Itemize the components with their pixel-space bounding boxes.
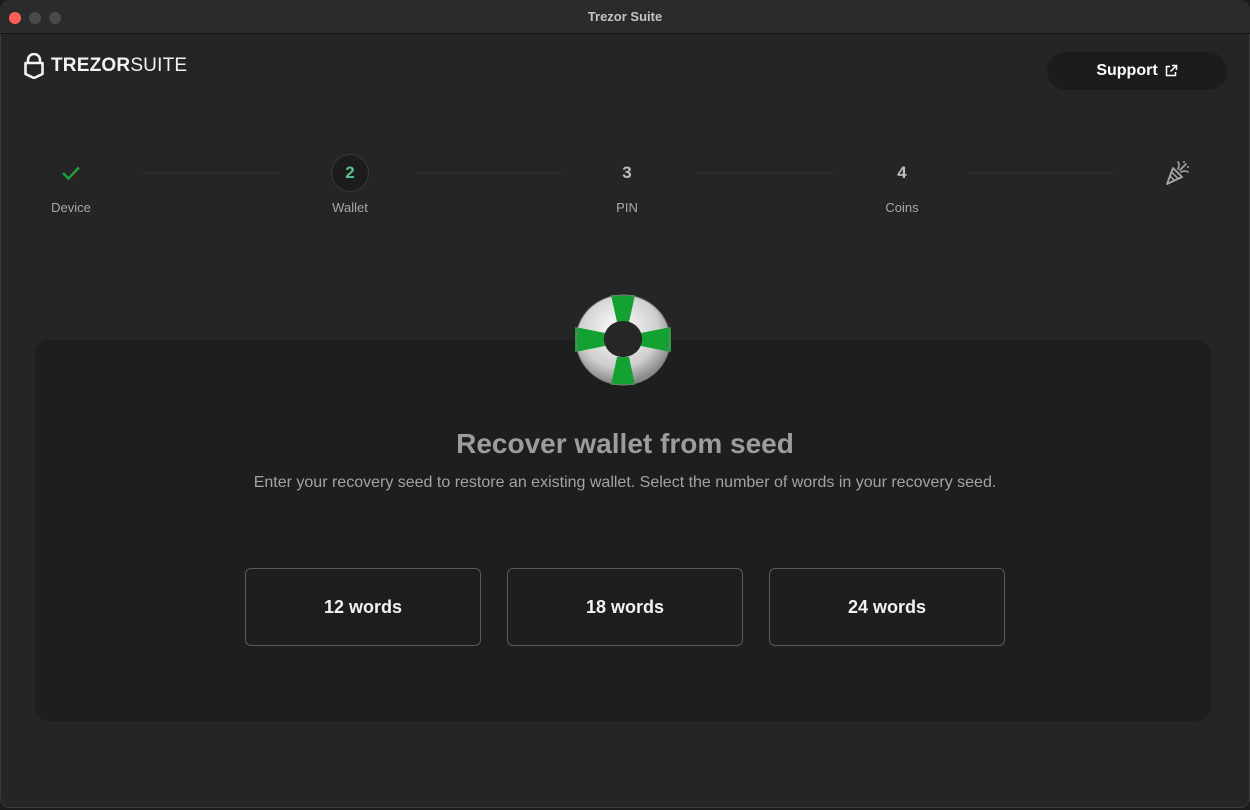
step-label: PIN xyxy=(616,200,638,215)
step-device: Device xyxy=(11,150,131,215)
support-label: Support xyxy=(1096,62,1158,79)
title-bar: Trezor Suite xyxy=(0,0,1250,34)
page-title: Recover wallet from seed xyxy=(456,428,794,459)
step-wallet: 2 Wallet xyxy=(290,150,410,215)
trezor-suite-logo: TREZORSUITE xyxy=(24,52,187,80)
step-connector xyxy=(968,172,1113,174)
checkmark-icon xyxy=(52,154,90,192)
step-connector xyxy=(416,172,561,174)
recovery-card xyxy=(35,340,1211,721)
lifebuoy-icon xyxy=(573,294,673,393)
onboarding-stepper: Device 2 Wallet 3 PIN 4 Coins xyxy=(0,150,1250,230)
step-connector xyxy=(143,172,280,174)
option-label: 12 words xyxy=(323,596,403,617)
option-label: 24 words xyxy=(847,596,927,617)
step-number: 4 xyxy=(897,163,907,182)
step-number: 2 xyxy=(331,154,369,192)
step-pin: 3 PIN xyxy=(567,150,687,215)
option-12-words-button[interactable]: 12 words xyxy=(245,568,481,646)
step-label: Device xyxy=(51,200,91,215)
option-18-words-button[interactable]: 18 words xyxy=(507,568,743,646)
step-coins: 4 Coins xyxy=(842,150,962,215)
external-link-icon xyxy=(1165,64,1177,77)
step-connector xyxy=(696,172,833,174)
logo-wordmark: TREZORSUITE xyxy=(51,55,188,76)
page-description: Enter your recovery seed to restore an e… xyxy=(253,474,997,491)
step-label: Wallet xyxy=(332,200,368,215)
option-label: 18 words xyxy=(585,596,665,617)
app-window: Trezor Suite TREZORSUITE Support Device … xyxy=(0,0,1250,808)
window-title: Trezor Suite xyxy=(587,9,663,24)
party-popper-icon xyxy=(1158,154,1196,192)
option-24-words-button[interactable]: 24 words xyxy=(769,568,1005,646)
step-label: Coins xyxy=(885,200,919,215)
step-final xyxy=(1117,150,1237,192)
step-number: 3 xyxy=(622,163,632,182)
trezor-lock-icon xyxy=(24,53,44,79)
support-button[interactable]: Support xyxy=(1047,52,1227,90)
